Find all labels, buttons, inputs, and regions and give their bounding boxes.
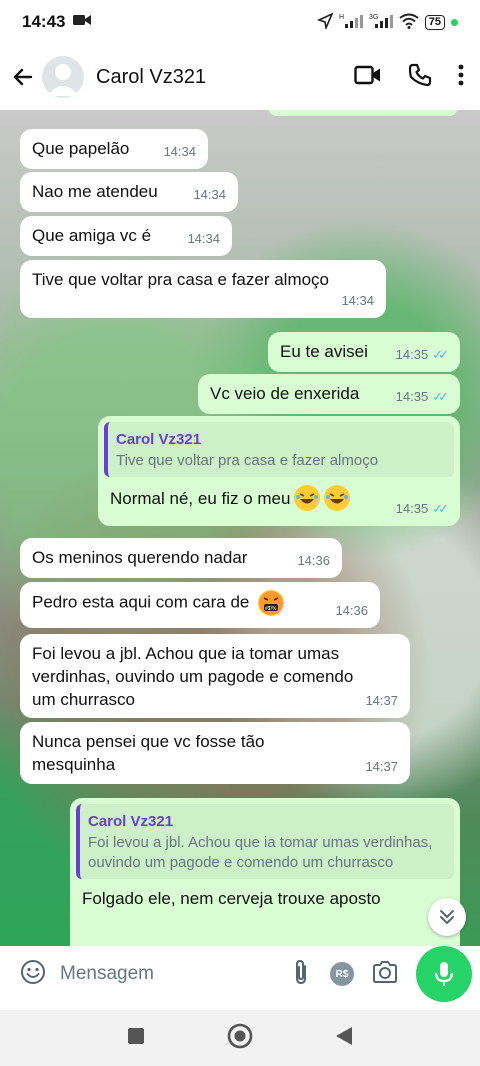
message-time: 14:36 xyxy=(335,603,368,618)
message-bubble-incoming[interactable]: Tive que voltar pra casa e fazer almoço … xyxy=(20,260,386,318)
message-time: 14:34 xyxy=(163,144,196,159)
svg-text:#$!%: #$!% xyxy=(265,606,277,612)
back-button[interactable] xyxy=(10,64,36,90)
message-text: Nao me atendeu xyxy=(32,182,158,201)
message-text: Vc veio de enxerida xyxy=(210,384,360,403)
message-bubble-incoming[interactable]: Nunca pensei que vc fosse tão mesquinha … xyxy=(20,722,410,784)
cursing-emoji-icon: #$!% xyxy=(258,590,285,616)
camera-icon[interactable] xyxy=(372,960,398,989)
message-text: Que amiga vc é xyxy=(32,226,152,245)
quote-text: Tive que voltar pra casa e fazer almoço xyxy=(116,452,379,469)
wifi-icon xyxy=(399,13,419,32)
laughing-emoji-icon xyxy=(294,485,321,511)
message-text: Nunca pensei que vc fosse tão mesquinha xyxy=(32,732,265,774)
message-time: 14:35 xyxy=(395,347,429,362)
voice-call-icon[interactable] xyxy=(408,63,432,92)
message-time: 14:34 xyxy=(193,187,226,202)
message-text: Os meninos querendo nadar xyxy=(32,548,248,567)
payment-icon[interactable]: R$ xyxy=(330,962,354,986)
message-time: 14:35 xyxy=(395,389,429,404)
svg-text:3G: 3G xyxy=(369,14,378,21)
back-nav-icon[interactable] xyxy=(335,1026,353,1051)
message-bubble-outgoing[interactable]: Eu te avisei 14:35 ✓✓ xyxy=(268,332,460,372)
recent-apps-icon[interactable] xyxy=(127,1027,145,1050)
message-bubble-incoming[interactable]: Que amiga vc é 14:34 xyxy=(20,216,232,256)
quoted-message[interactable]: Carol Vz321 Tive que voltar pra casa e f… xyxy=(104,422,454,477)
message-bubble-incoming[interactable]: Pedro esta aqui com cara de #$!% 14:36 xyxy=(20,582,380,628)
message-input[interactable] xyxy=(60,963,230,985)
message-text: Tive que voltar pra casa e fazer almoço xyxy=(32,270,330,289)
message-bubble-incoming[interactable]: Nao me atendeu 14:34 xyxy=(20,172,238,212)
message-meta: 14:35 ✓✓ xyxy=(395,343,449,366)
contact-avatar[interactable] xyxy=(42,56,84,98)
message-bubble-incoming[interactable]: Foi levou a jbl. Achou que ia tomar umas… xyxy=(20,634,410,718)
message-composer: R$ xyxy=(8,946,410,1002)
chat-header: Carol Vz321 xyxy=(0,44,480,110)
partial-message-bubble xyxy=(268,110,458,116)
signal-3g-icon: 3G xyxy=(369,13,393,32)
message-text: Foi levou a jbl. Achou que ia tomar umas… xyxy=(32,644,354,709)
message-text: Folgado ele, nem cerveja trouxe aposto xyxy=(82,889,381,908)
read-ticks-icon: ✓✓ xyxy=(432,347,449,362)
message-time: 14:37 xyxy=(365,759,398,774)
message-text: Eu te avisei xyxy=(280,342,368,361)
quote-author: Carol Vz321 xyxy=(116,431,202,448)
scroll-to-bottom-button[interactable] xyxy=(428,898,466,936)
message-bubble-incoming[interactable]: Que papelão 14:34 xyxy=(20,129,208,169)
more-options-icon[interactable] xyxy=(458,64,464,91)
message-time: 14:36 xyxy=(297,553,330,568)
signal-icon: H xyxy=(339,13,363,32)
double-chevron-down-icon xyxy=(440,910,454,924)
message-meta: 14:35 ✓✓ xyxy=(395,497,449,520)
message-bubble-incoming[interactable]: Os meninos querendo nadar 14:36 xyxy=(20,538,342,578)
message-text: Que papelão xyxy=(32,139,130,158)
privacy-dot xyxy=(451,18,458,26)
video-call-icon[interactable] xyxy=(354,64,382,91)
quote-text: Foi levou a jbl. Achou que ia tomar umas… xyxy=(88,834,433,871)
svg-text:H: H xyxy=(339,14,344,21)
quoted-message[interactable]: Carol Vz321 Foi levou a jbl. Achou que i… xyxy=(76,804,454,879)
attach-icon[interactable] xyxy=(290,959,312,990)
battery-indicator: 75 xyxy=(424,14,445,30)
chat-area[interactable]: Que papelão 14:34 Nao me atendeu 14:34 Q… xyxy=(0,110,480,946)
message-bubble-outgoing-reply[interactable]: Carol Vz321 Tive que voltar pra casa e f… xyxy=(98,416,460,526)
voice-message-button[interactable] xyxy=(416,946,472,1002)
status-bar: 14:43 H 3G 75 xyxy=(0,0,480,44)
message-time: 14:37 xyxy=(365,693,398,708)
message-text: Pedro esta aqui com cara de xyxy=(32,592,250,612)
message-text: Normal né, eu fiz o meu xyxy=(110,488,291,508)
message-bubble-outgoing[interactable]: Vc veio de enxerida 14:35 ✓✓ xyxy=(198,374,460,414)
message-bubble-outgoing-reply[interactable]: Carol Vz321 Foi levou a jbl. Achou que i… xyxy=(70,798,460,946)
system-navigation-bar xyxy=(0,1010,480,1066)
contact-name[interactable]: Carol Vz321 xyxy=(96,66,206,89)
arrow-left-icon xyxy=(13,68,33,86)
message-time: 14:34 xyxy=(341,293,374,308)
message-time: 14:35 xyxy=(395,501,429,516)
home-icon[interactable] xyxy=(227,1023,253,1054)
read-ticks-icon: ✓✓ xyxy=(432,389,449,404)
location-icon xyxy=(316,11,334,32)
microphone-icon xyxy=(434,962,454,986)
read-ticks-icon: ✓✓ xyxy=(432,501,449,516)
emoji-icon[interactable] xyxy=(20,959,46,990)
quote-author: Carol Vz321 xyxy=(88,813,174,830)
message-meta: 14:35 ✓✓ xyxy=(395,385,449,408)
message-time: 14:34 xyxy=(187,231,220,246)
video-record-icon xyxy=(73,13,92,32)
laughing-emoji-icon xyxy=(324,485,351,511)
status-time: 14:43 xyxy=(22,12,66,31)
